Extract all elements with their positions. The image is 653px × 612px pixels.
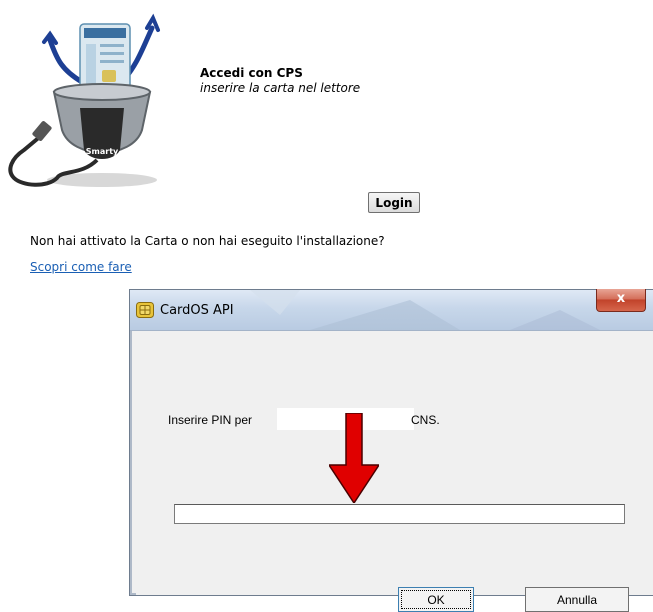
close-icon: x [616,291,626,306]
smartcard-chip-icon [136,302,154,318]
dialog-titlebar[interactable]: CardOS API x [130,289,653,331]
page-subtitle: inserire la carta nel lettore [200,81,361,95]
discover-link[interactable]: Scopri come fare [30,260,132,274]
ok-button[interactable]: OK [398,587,474,612]
activation-question: Non hai attivato la Carta o non hai eseg… [30,234,385,248]
pin-prompt-label: Inserire PIN per [168,413,253,427]
card-reader-illustration: Smarty [8,13,160,187]
dialog-title: CardOS API [160,303,234,318]
close-button[interactable]: x [596,289,646,312]
login-button[interactable]: Login [368,192,420,213]
red-arrow-down-icon [329,413,379,503]
pin-prompt-suffix: CNS. [411,413,440,427]
pin-input[interactable] [174,504,625,524]
dialog-body: Inserire PIN per CNS. OK Annulla [136,331,653,612]
pin-dialog: CardOS API x Inserire PIN per CNS. OK An… [129,289,653,612]
svg-text:Smarty: Smarty [86,147,119,156]
cancel-button[interactable]: Annulla [525,587,629,612]
page-title: Accedi con CPS [200,66,303,80]
